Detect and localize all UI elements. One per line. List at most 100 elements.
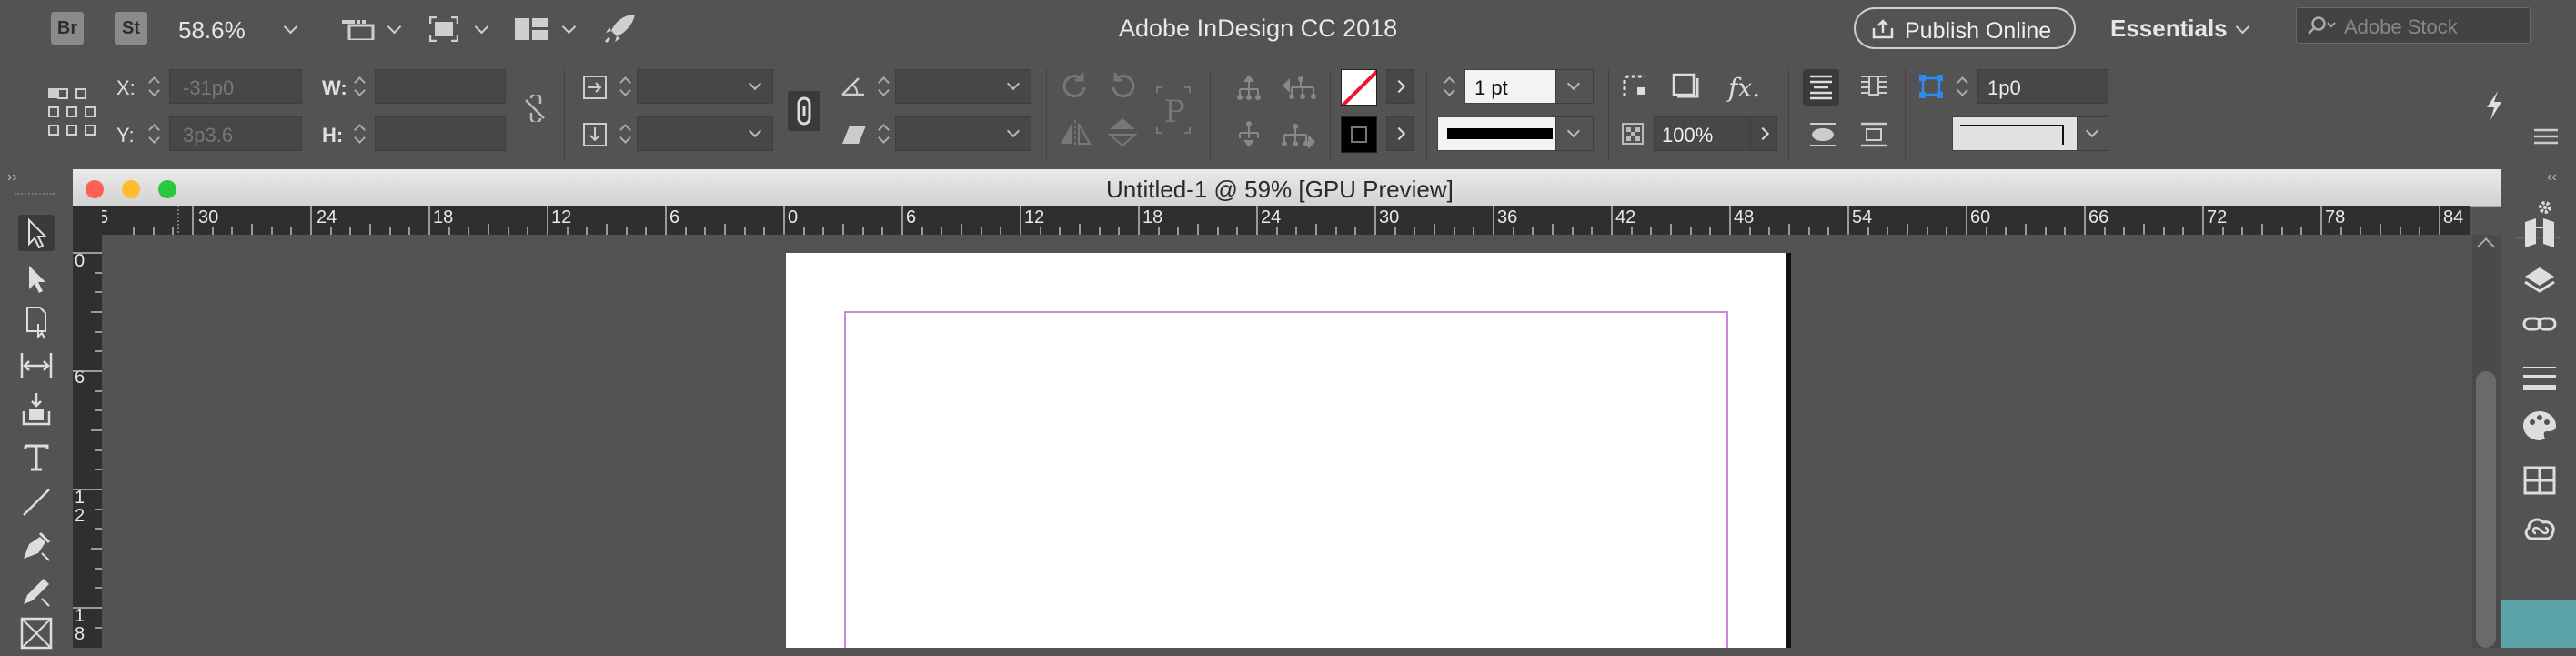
view-options-chevron-icon[interactable] — [387, 19, 402, 35]
scale-x-stepper[interactable] — [619, 73, 631, 100]
h-field[interactable] — [375, 116, 506, 151]
gap-tool-icon[interactable] — [18, 348, 55, 384]
selection-tool-icon[interactable] — [18, 215, 55, 251]
stroke-type-dropdown[interactable] — [1555, 116, 1594, 151]
stroke-swatch[interactable] — [1341, 116, 1377, 153]
publish-online-button[interactable]: Publish Online — [1854, 7, 2076, 49]
shear-field[interactable] — [895, 116, 1031, 151]
pen-tool-icon[interactable] — [18, 528, 55, 564]
workspace-chevron-icon[interactable] — [2235, 19, 2250, 35]
line-tool-icon[interactable] — [18, 484, 55, 520]
drop-shadow-icon[interactable] — [1672, 73, 1699, 100]
select-content-icon[interactable] — [1235, 120, 1263, 149]
frame-style-dropdown[interactable] — [2078, 116, 2108, 151]
view-options-icon[interactable] — [342, 18, 375, 42]
rotate-counterclockwise-icon[interactable] — [1106, 71, 1139, 102]
offset-stepper[interactable] — [1956, 73, 1968, 100]
arrange-chevron-icon[interactable] — [561, 19, 577, 35]
links-panel-icon[interactable] — [2521, 311, 2558, 338]
scale-y-stepper[interactable] — [619, 120, 631, 147]
horizontal-ruler[interactable]: 5 30 24 18 12 6 0 6 12 18 24 30 36 42 48… — [102, 206, 2470, 236]
ruler-origin[interactable] — [73, 206, 102, 235]
workspace-switcher[interactable]: Essentials — [2110, 15, 2228, 43]
stroke-swatch-inner — [1351, 126, 1367, 143]
no-text-wrap-button[interactable] — [1803, 69, 1839, 106]
panel-menu-icon[interactable] — [2534, 127, 2558, 146]
vertical-ruler[interactable]: 0 6 1 2 1 8 — [73, 235, 102, 648]
stroke-weight-dropdown[interactable] — [1555, 69, 1594, 104]
scroll-thumb[interactable] — [2476, 371, 2496, 648]
collapse-tools-icon[interactable]: ›› — [7, 169, 17, 186]
tools-grip[interactable] — [15, 193, 55, 198]
direct-selection-tool-icon[interactable] — [18, 260, 55, 297]
screen-mode-chevron-icon[interactable] — [474, 19, 489, 35]
y-field[interactable]: 3p3.6 — [169, 116, 302, 151]
select-previous-object-icon[interactable] — [1281, 75, 1317, 102]
frame-style-field[interactable] — [1952, 116, 2078, 151]
x-stepper[interactable] — [147, 73, 160, 100]
offset-field[interactable]: 1p0 — [1977, 69, 2108, 104]
layers-panel-icon[interactable] — [2521, 264, 2558, 300]
frame-fitting-icon[interactable] — [1917, 73, 1945, 100]
stroke-weight-stepper[interactable] — [1443, 73, 1455, 100]
scale-y-field[interactable] — [637, 116, 773, 151]
adobe-stock-search[interactable]: Adobe Stock — [2296, 7, 2531, 44]
scale-x-dropdown-icon[interactable] — [748, 76, 762, 91]
creative-cloud-icon[interactable] — [2521, 511, 2558, 548]
zoom-level[interactable]: 58.6% — [178, 16, 246, 45]
opacity-icon — [1621, 122, 1646, 147]
select-next-object-icon[interactable] — [1281, 122, 1317, 149]
zoom-window-button[interactable] — [158, 180, 176, 198]
pages-panel-icon[interactable] — [2521, 215, 2558, 251]
screen-mode-icon[interactable] — [428, 15, 459, 43]
reference-point-icon[interactable] — [47, 87, 96, 136]
swatches-panel-icon[interactable] — [2521, 408, 2558, 444]
arrange-documents-icon[interactable] — [515, 18, 548, 40]
fill-swatch[interactable] — [1341, 69, 1377, 106]
scale-x-field[interactable] — [637, 69, 773, 104]
document-title-bar[interactable]: Untitled-1 @ 59% [GPU Preview] — [73, 169, 2501, 207]
stock-button[interactable]: St — [115, 12, 147, 45]
opacity-menu-button[interactable] — [1750, 116, 1777, 151]
rotate-dropdown-icon[interactable] — [1006, 76, 1021, 91]
shear-dropdown-icon[interactable] — [1006, 124, 1021, 138]
rotate-field[interactable] — [895, 69, 1031, 104]
constrain-scale-button[interactable] — [788, 91, 820, 131]
constrain-proportions-icon[interactable] — [524, 92, 546, 125]
pencil-tool-icon[interactable] — [18, 573, 55, 610]
h-stepper[interactable] — [353, 120, 366, 147]
wrap-around-object-icon[interactable] — [1806, 116, 1839, 153]
scale-y-dropdown-icon[interactable] — [748, 124, 762, 138]
select-container-icon[interactable] — [1235, 73, 1263, 102]
stroke-swatch-menu-button[interactable] — [1386, 116, 1414, 151]
rocket-icon[interactable] — [604, 13, 637, 44]
rectangle-frame-tool-icon[interactable] — [18, 615, 55, 651]
w-field[interactable] — [375, 69, 506, 104]
flip-vertical-icon[interactable] — [1106, 116, 1139, 147]
fill-swatch-menu-button[interactable] — [1386, 69, 1414, 104]
jump-object-icon[interactable] — [1856, 116, 1892, 153]
effects-fx-button[interactable]: fx. — [1728, 73, 1760, 103]
y-stepper[interactable] — [147, 120, 160, 147]
cc-libraries-icon[interactable] — [2521, 464, 2558, 500]
expand-panels-icon[interactable]: ‹‹ — [2547, 169, 2557, 186]
stroke-panel-icon[interactable] — [2521, 360, 2558, 397]
close-window-button[interactable] — [86, 180, 104, 198]
rotate-clockwise-icon[interactable] — [1059, 71, 1092, 102]
shear-stepper[interactable] — [877, 120, 890, 147]
wrap-around-bounding-box-icon[interactable] — [1856, 69, 1892, 106]
w-stepper[interactable] — [353, 73, 366, 100]
minimize-window-button[interactable] — [122, 180, 140, 198]
zoom-chevron-down-icon[interactable] — [283, 19, 298, 35]
corner-options-icon[interactable] — [1621, 73, 1650, 100]
lightning-icon[interactable] — [2483, 89, 2505, 122]
type-tool-icon[interactable] — [18, 439, 55, 475]
page-tool-icon[interactable] — [18, 304, 55, 340]
vertical-scrollbar[interactable] — [2472, 235, 2501, 648]
rotate-stepper[interactable] — [877, 73, 890, 100]
x-field[interactable]: -31p0 — [169, 69, 302, 104]
content-collector-tool-icon[interactable] — [18, 391, 55, 428]
scroll-up-icon[interactable] — [2477, 237, 2495, 256]
flip-horizontal-icon[interactable] — [1059, 120, 1092, 147]
bridge-button[interactable]: Br — [51, 12, 84, 45]
